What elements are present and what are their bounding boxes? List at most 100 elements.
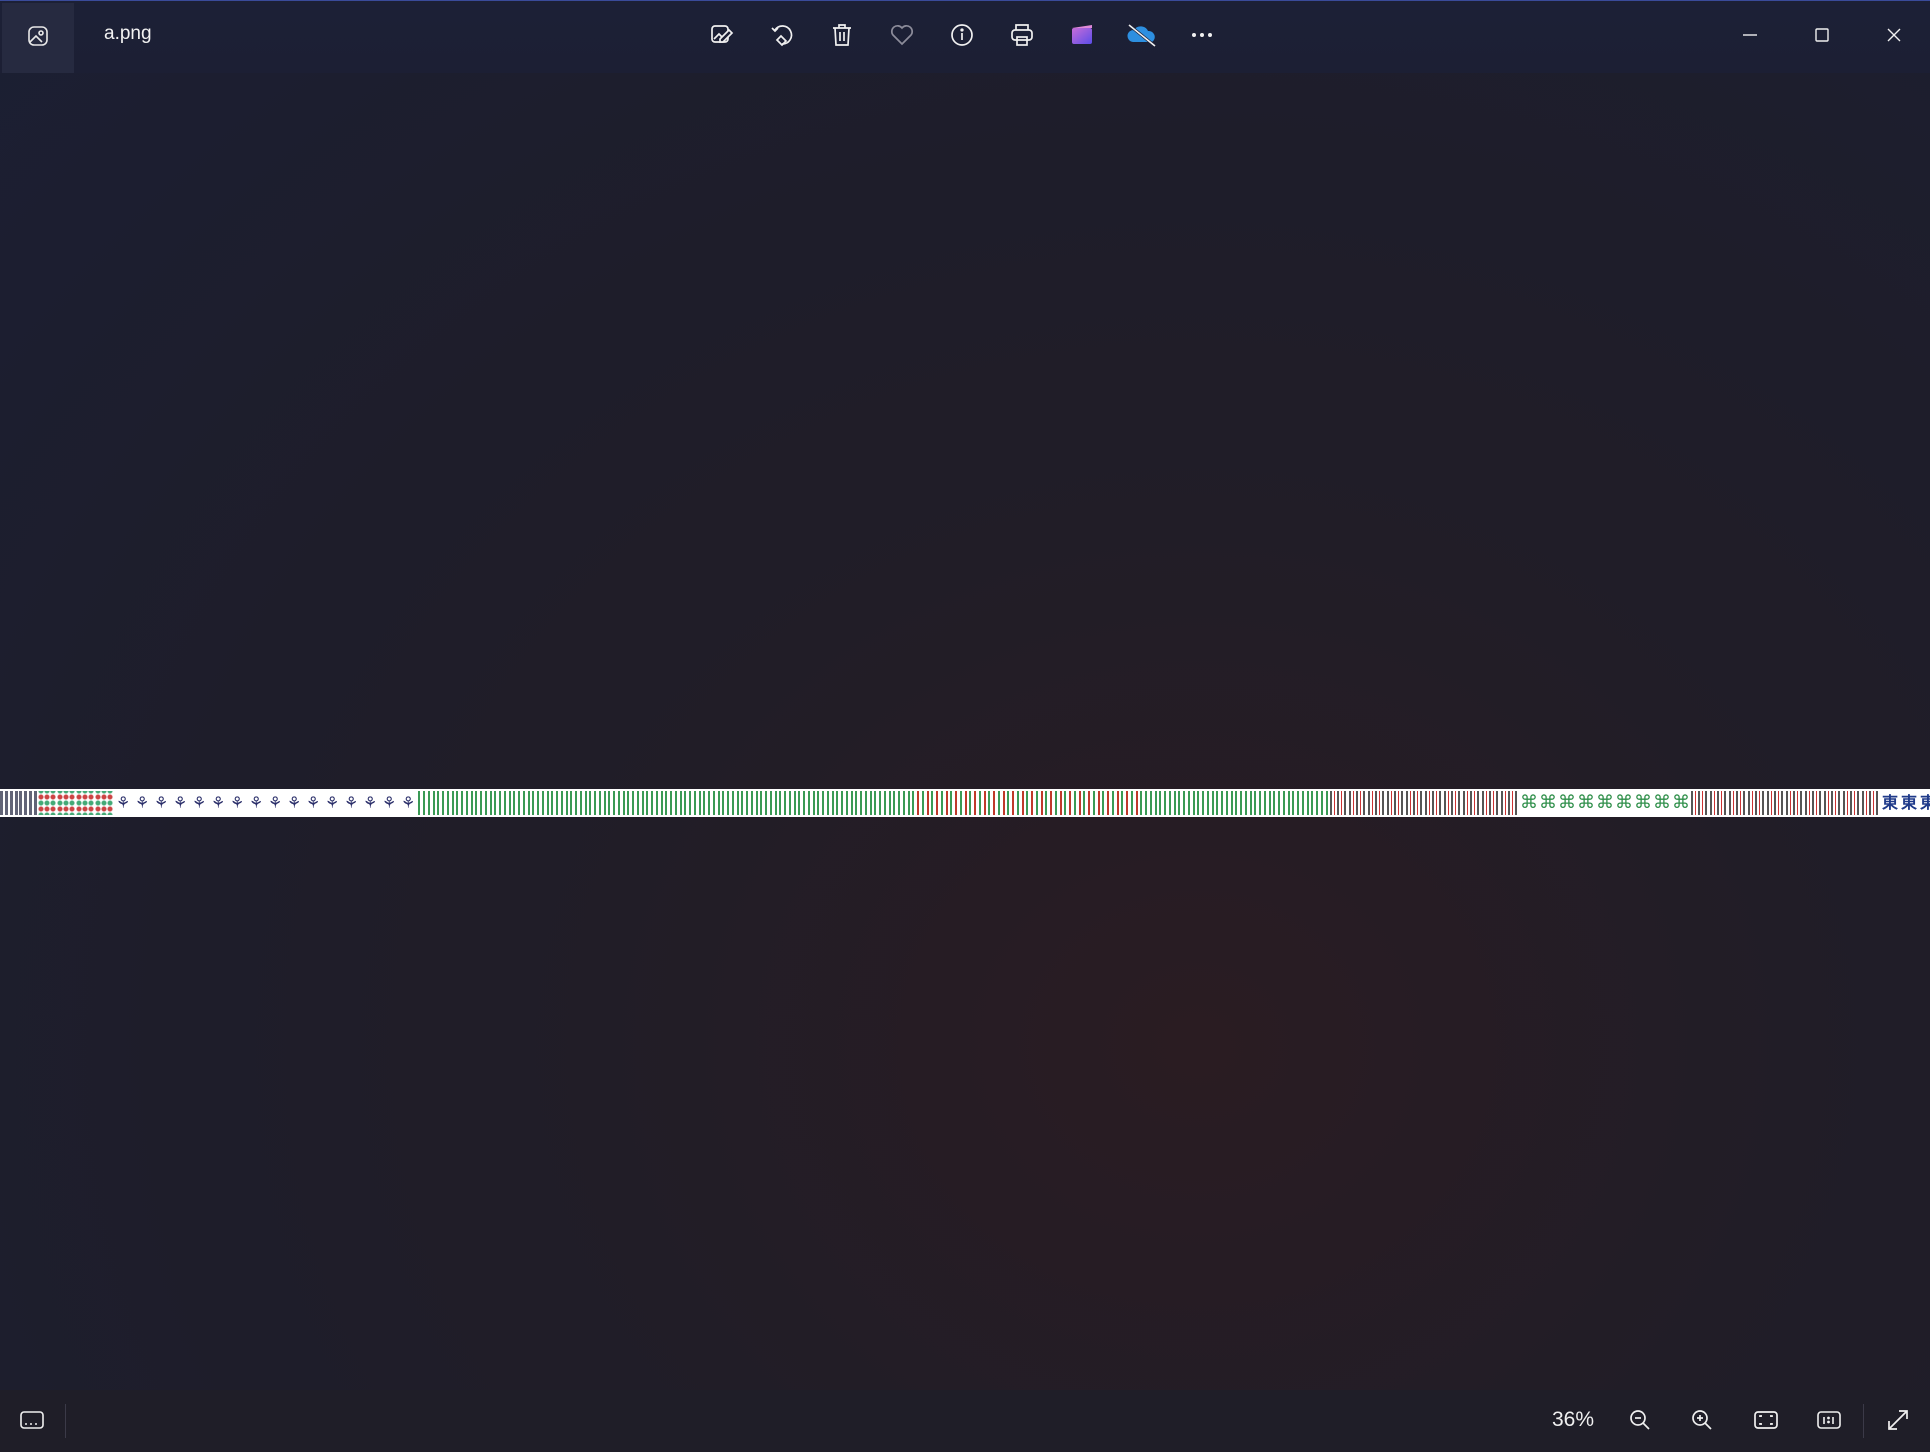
title-bar: a.png (0, 0, 1930, 73)
clipchamp-icon (1069, 22, 1095, 53)
image-tile (76, 791, 94, 815)
image-tile (665, 791, 683, 815)
image-tile (1710, 791, 1728, 815)
zoom-in-icon (1689, 1407, 1715, 1438)
image-tile (1007, 791, 1025, 815)
delete-button[interactable] (820, 15, 864, 59)
divider (65, 1404, 66, 1438)
edit-image-button[interactable] (700, 15, 744, 59)
photos-app-icon (26, 24, 50, 53)
more-icon (1189, 22, 1215, 53)
zoom-level[interactable]: 36% (1552, 1408, 1594, 1432)
image-tile (722, 791, 740, 815)
image-tile (418, 791, 436, 815)
image-tile (1045, 791, 1063, 815)
printer-icon (1009, 22, 1035, 53)
image-tile: ⌘ (1672, 792, 1690, 813)
image-tile: 東 (1900, 793, 1917, 812)
image-tile (57, 791, 75, 815)
app-menu-button[interactable] (2, 3, 74, 73)
image-tile (1349, 791, 1367, 815)
favorite-button[interactable] (880, 15, 924, 59)
image-tile: ⚘ (172, 793, 188, 812)
image-tile (38, 791, 56, 815)
onedrive-button[interactable] (1120, 15, 1164, 59)
image-tile: ⚘ (400, 793, 416, 812)
close-button[interactable] (1858, 1, 1930, 73)
rotate-button[interactable] (760, 15, 804, 59)
image-tile (475, 791, 493, 815)
maximize-button[interactable] (1786, 1, 1858, 73)
full-screen-button[interactable] (1876, 1400, 1920, 1444)
image-tile (1121, 791, 1139, 815)
image-tile (1254, 791, 1272, 815)
image-tile (1083, 791, 1101, 815)
displayed-image[interactable]: ⚘⚘⚘⚘⚘⚘⚘⚘⚘⚘⚘⚘⚘⚘⚘⚘⌘⌘⌘⌘⌘⌘⌘⌘⌘東東東東東東 (0, 789, 1930, 817)
image-tile (1406, 791, 1424, 815)
edit-image-icon (709, 22, 735, 53)
image-tile (1026, 791, 1044, 815)
image-tile (1862, 791, 1880, 815)
image-tile: ⌘ (1520, 792, 1538, 813)
clipchamp-button[interactable] (1060, 15, 1104, 59)
image-tile: ⌘ (1653, 792, 1671, 813)
image-tile: ⚘ (362, 793, 378, 812)
image-tile (1292, 791, 1310, 815)
image-tile (1102, 791, 1120, 815)
image-tile (779, 791, 797, 815)
image-tile (1330, 791, 1348, 815)
image-tile (608, 791, 626, 815)
file-info-button[interactable] (940, 15, 984, 59)
actual-size-button[interactable] (1807, 1400, 1851, 1444)
image-tile: ⌘ (1615, 792, 1633, 813)
image-tile (912, 791, 930, 815)
status-bar: 36% (0, 1390, 1930, 1452)
onedrive-icon (1125, 22, 1159, 53)
image-tile: ⌘ (1634, 792, 1652, 813)
image-tile (1824, 791, 1842, 815)
print-button[interactable] (1000, 15, 1044, 59)
image-tile (1805, 791, 1823, 815)
image-tile (836, 791, 854, 815)
image-tile: ⚘ (305, 793, 321, 812)
image-tile (589, 791, 607, 815)
zoom-in-button[interactable] (1680, 1400, 1724, 1444)
image-tile (551, 791, 569, 815)
toolbar (700, 15, 1224, 59)
image-tile: ⚘ (115, 793, 131, 812)
image-tile: ⚘ (134, 793, 150, 812)
image-tile (855, 791, 873, 815)
image-tile: ⚘ (286, 793, 302, 812)
image-tile (1064, 791, 1082, 815)
image-tile (893, 791, 911, 815)
image-tile: ⚘ (343, 793, 359, 812)
info-icon (949, 22, 975, 53)
image-canvas[interactable]: ⚘⚘⚘⚘⚘⚘⚘⚘⚘⚘⚘⚘⚘⚘⚘⚘⌘⌘⌘⌘⌘⌘⌘⌘⌘東東東東東東 (0, 72, 1930, 1390)
divider (1863, 1404, 1864, 1438)
image-tile (456, 791, 474, 815)
image-tile: ⚘ (191, 793, 207, 812)
image-tile: ⚘ (153, 793, 169, 812)
image-tile: ⌘ (1558, 792, 1576, 813)
image-tile (1444, 791, 1462, 815)
image-tile (1843, 791, 1861, 815)
minimize-button[interactable] (1714, 1, 1786, 73)
see-more-button[interactable] (1180, 15, 1224, 59)
image-tile: 東 (1881, 793, 1898, 812)
image-tile (1691, 791, 1709, 815)
image-tile (1501, 791, 1519, 815)
image-tile (1178, 791, 1196, 815)
fit-to-window-button[interactable] (1744, 1400, 1788, 1444)
zoom-out-button[interactable] (1618, 1400, 1662, 1444)
image-tile (988, 791, 1006, 815)
image-tile (0, 791, 18, 815)
image-tile (1235, 791, 1253, 815)
image-tile: ⚘ (210, 793, 226, 812)
window-controls (1714, 1, 1930, 73)
filmstrip-button[interactable] (12, 1402, 52, 1442)
heart-icon (889, 22, 915, 53)
image-tile (513, 791, 531, 815)
fit-to-window-icon (1753, 1407, 1779, 1438)
rotate-icon (769, 22, 795, 53)
image-tile (1482, 791, 1500, 815)
